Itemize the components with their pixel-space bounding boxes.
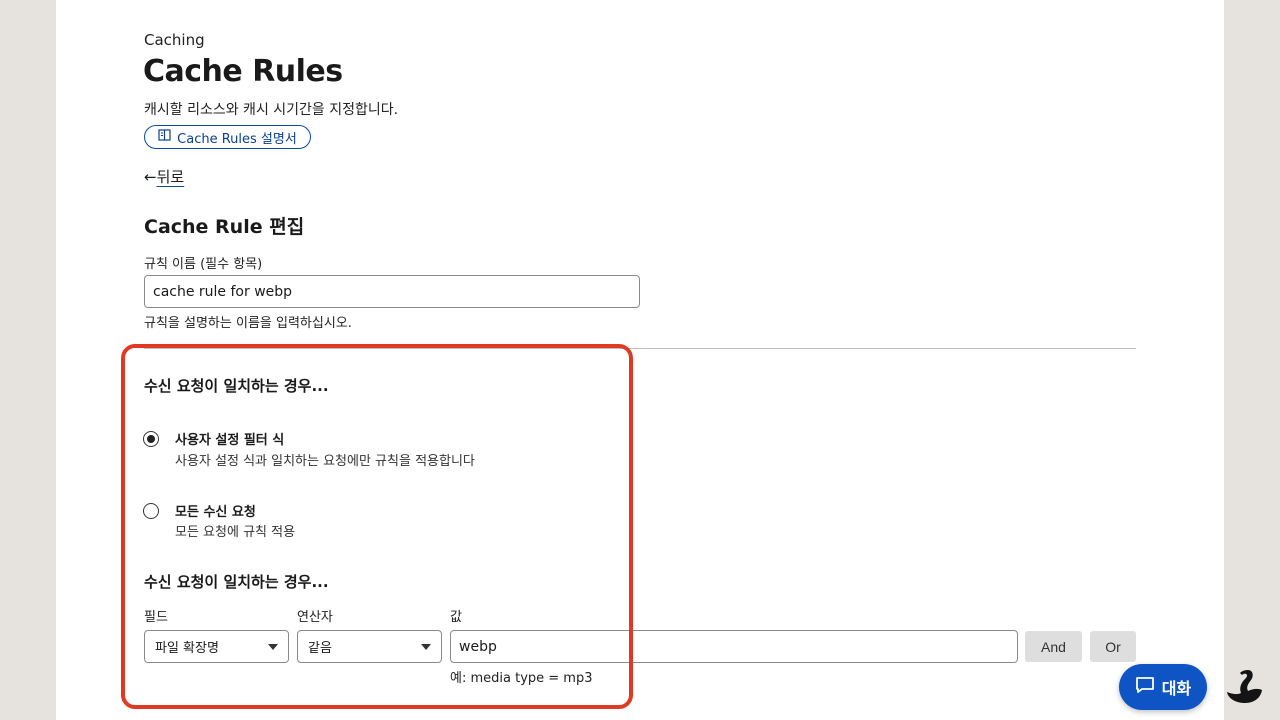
rule-name-helper: 규칙을 설명하는 이름을 입력하십시오. [144, 316, 352, 331]
back-link[interactable]: ← 뒤로 [144, 166, 184, 187]
back-link-label: 뒤로 [156, 168, 185, 186]
chat-button[interactable]: 대화 [1119, 664, 1207, 710]
page-description: 캐시할 리소스와 캐시 시기간을 지정합니다. [144, 102, 399, 118]
breadcrumb[interactable]: Caching [144, 31, 205, 49]
rule-name-label: 규칙 이름 (필수 항목) [144, 257, 263, 272]
swan-logo-icon [1222, 664, 1266, 708]
form-heading: Cache Rule 편집 [144, 216, 305, 238]
book-icon [158, 129, 171, 145]
page-title: Cache Rules [143, 54, 343, 89]
arrow-left-icon: ← [144, 167, 157, 186]
and-button[interactable]: And [1025, 631, 1082, 662]
docs-button-label: Cache Rules 설명서 [177, 131, 297, 147]
highlight-annotation [121, 344, 633, 709]
chat-button-label: 대화 [1161, 679, 1192, 698]
docs-button[interactable]: Cache Rules 설명서 [144, 125, 311, 149]
chat-bubble-icon [1135, 676, 1155, 698]
or-button[interactable]: Or [1090, 631, 1136, 662]
rule-name-input[interactable] [144, 275, 640, 308]
